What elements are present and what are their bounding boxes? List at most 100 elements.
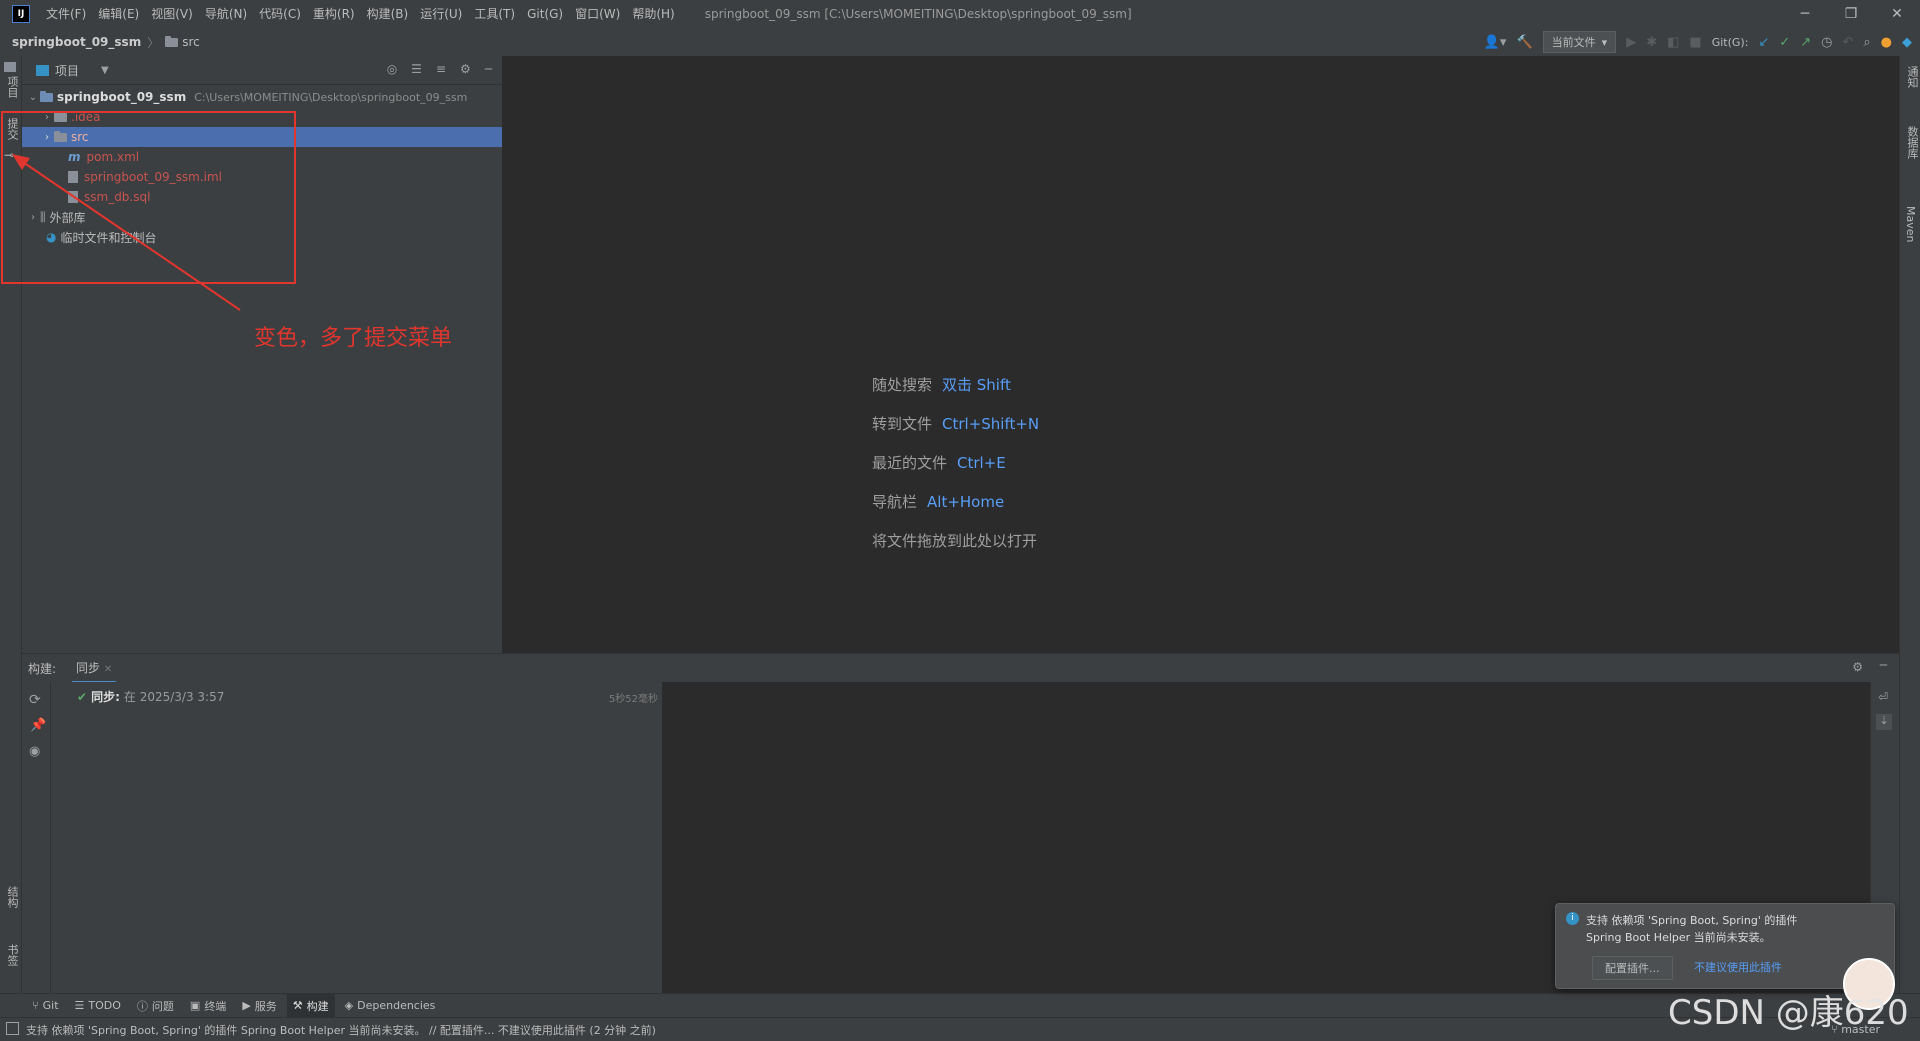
hint-drop-files: 将文件拖放到此处以打开 (872, 532, 1038, 550)
build-tree: ✔ 同步: 在 2025/3/3 3:57 5秒52毫秒 (51, 682, 663, 994)
scroll-to-end-icon[interactable]: ⇣ (1876, 714, 1892, 730)
watermark: CSDN @康620 (1668, 993, 1909, 1033)
hint-search-everywhere: 随处搜索 双击 Shift (872, 374, 1011, 395)
pin-icon[interactable]: 📌 (30, 718, 46, 733)
tooltab-build[interactable]: ⚒ 构建 (286, 993, 335, 1018)
gear-icon[interactable]: ⚙ (1852, 660, 1863, 674)
hint-shortcut: Ctrl+Shift+N (942, 415, 1040, 433)
tooltab-terminal-label: 终端 (204, 999, 227, 1013)
list-icon: ☰ (74, 999, 85, 1012)
info-icon: i (1566, 912, 1579, 925)
annotation-caption: 变色，多了提交菜单 (254, 326, 453, 351)
run-config-select[interactable]: 当前文件 ▾ (1542, 31, 1617, 53)
tooltab-git-label: Git (42, 999, 59, 1012)
git-update-icon[interactable]: ↙ (1758, 35, 1769, 50)
sync-label: 同步: (91, 690, 120, 704)
services-icon: ▶ (242, 999, 251, 1012)
hide-icon[interactable]: ─ (485, 62, 492, 76)
status-bar: 支持 依赖项 'Spring Boot, Spring' 的插件 Spring … (0, 1017, 1920, 1041)
minimize-button[interactable]: ─ (1782, 0, 1828, 28)
menu-window[interactable]: 窗口(W) (569, 0, 626, 28)
coverage-icon[interactable]: ◧ (1667, 35, 1679, 50)
tooltab-services[interactable]: ▶ 服务 (236, 994, 282, 1018)
notification-line2: Spring Boot Helper 当前尚未安装。 (1586, 931, 1771, 944)
menu-refactor[interactable]: 重构(R) (307, 0, 361, 28)
build-toolbar: ⟳ 📌 ◉ (22, 682, 51, 994)
collapse-all-icon[interactable]: ≡ (436, 62, 446, 76)
tab-sync[interactable]: 同步 ✕ (72, 653, 117, 683)
git-commit-icon[interactable]: ✓ (1779, 35, 1790, 50)
plugin-logo-icon[interactable]: ◆ (1902, 35, 1912, 50)
gear-icon[interactable]: ⚙ (460, 62, 471, 76)
close-icon[interactable]: ✕ (104, 664, 112, 675)
tooltab-build-label: 构建 (306, 999, 329, 1013)
git-label: Git(G): (1711, 35, 1749, 49)
tooltab-services-label: 服务 (254, 999, 277, 1013)
maven-tool-label[interactable]: Maven (1904, 206, 1917, 242)
structure-tool-label[interactable]: 结构 (4, 886, 20, 908)
database-tool-label[interactable]: 数据库 (1904, 126, 1920, 159)
tooltab-problems-label: 问题 (151, 999, 174, 1013)
update-icon[interactable]: ● (1881, 35, 1892, 50)
ignore-plugin-link[interactable]: 不建议使用此插件 (1694, 959, 1782, 975)
close-button[interactable]: ✕ (1874, 0, 1920, 28)
locate-icon[interactable]: ◎ (387, 62, 397, 76)
run-config-label: 当前文件 (1551, 36, 1596, 49)
notification-line1: 支持 依赖项 'Spring Boot, Spring' 的插件 (1586, 914, 1798, 927)
build-panel-header: 构建: 同步 ✕ ⚙ ─ (22, 653, 1899, 683)
hint-label: 随处搜索 (872, 376, 933, 394)
hint-nav-bar: 导航栏 Alt+Home (872, 491, 1004, 512)
git-push-icon[interactable]: ↗ (1800, 35, 1811, 50)
success-check-icon: ✔ (77, 689, 88, 704)
hint-recent-files: 最近的文件 Ctrl+E (872, 452, 1006, 473)
menu-git[interactable]: Git(G) (521, 0, 569, 28)
sync-icon[interactable]: ⟳ (29, 692, 41, 708)
hide-icon[interactable]: ─ (1880, 658, 1887, 672)
stop-icon[interactable]: ■ (1689, 35, 1701, 50)
status-message[interactable]: 支持 依赖项 'Spring Boot, Spring' 的插件 Spring … (26, 1022, 656, 1038)
sync-result-row[interactable]: ✔ 同步: 在 2025/3/3 3:57 (77, 688, 224, 705)
notifications-tool-label[interactable]: 通知 (1904, 66, 1920, 88)
menu-help[interactable]: 帮助(H) (626, 0, 680, 28)
tooltab-problems[interactable]: ⓘ 问题 (131, 994, 180, 1018)
git-branch-icon: ⑂ (32, 999, 39, 1012)
annotation-arrow (12, 154, 241, 311)
tooltab-dependencies[interactable]: ◈ Dependencies (339, 994, 442, 1018)
tooltab-git[interactable]: ⑂ Git (26, 994, 65, 1018)
build-label: 构建: (28, 661, 57, 676)
eye-icon[interactable]: ◉ (29, 744, 40, 759)
configure-plugins-button[interactable]: 配置插件... (1592, 956, 1673, 980)
hammer-icon: ⚒ (292, 999, 303, 1012)
layers-icon: ◈ (344, 999, 354, 1012)
soft-wrap-icon[interactable]: ⏎ (1878, 690, 1888, 704)
hint-label: 导航栏 (872, 493, 918, 511)
build-hammer-icon[interactable]: 🔨 (1516, 35, 1532, 50)
rollback-icon[interactable]: ↶ (1842, 35, 1853, 50)
menu-run[interactable]: 运行(U) (414, 0, 468, 28)
history-icon[interactable]: ◷ (1821, 35, 1832, 50)
tooltab-todo[interactable]: ☰ TODO (69, 994, 127, 1018)
toggle-tool-windows-icon[interactable] (6, 1022, 19, 1035)
tooltab-terminal[interactable]: ▣ 终端 (184, 994, 232, 1018)
expand-all-icon[interactable]: ☰ (411, 62, 422, 76)
tab-sync-label: 同步 (76, 661, 101, 675)
user-icon[interactable]: 👤▾ (1484, 35, 1507, 50)
window-title: springboot_09_ssm [C:\Users\MOMEITING\De… (704, 7, 1132, 21)
editor-empty-area[interactable]: 随处搜索 双击 Shift 转到文件 Ctrl+Shift+N 最近的文件 Ctrl+… (502, 56, 1899, 653)
hint-shortcut: Alt+Home (927, 493, 1005, 511)
debug-icon[interactable]: ✱ (1646, 35, 1657, 50)
info-icon: ⓘ (136, 999, 148, 1013)
sync-time: 在 2025/3/3 3:57 (123, 690, 225, 704)
tooltab-todo-label: TODO (88, 999, 121, 1012)
menu-tools[interactable]: 工具(T) (468, 0, 521, 28)
search-icon[interactable]: ⌕ (1863, 35, 1870, 50)
restore-button[interactable]: ❐ (1828, 0, 1874, 28)
run-icon[interactable]: ▶ (1626, 35, 1636, 50)
menu-build[interactable]: 构建(B) (361, 0, 415, 28)
right-tool-stripe: 通知 数据库 Maven (1899, 56, 1920, 993)
chevron-down-icon: ▾ (1601, 35, 1608, 49)
hint-shortcut: 双击 Shift (942, 376, 1011, 394)
tooltab-dependencies-label: Dependencies (357, 999, 436, 1012)
bookmarks-tool-label[interactable]: 书签 (4, 944, 20, 966)
main-toolbar: 👤▾ 🔨 当前文件 ▾ ▶ ✱ ◧ ■ Git(G): ↙ ✓ ↗ ◷ ↶ ⌕ ●… (1484, 28, 1912, 56)
